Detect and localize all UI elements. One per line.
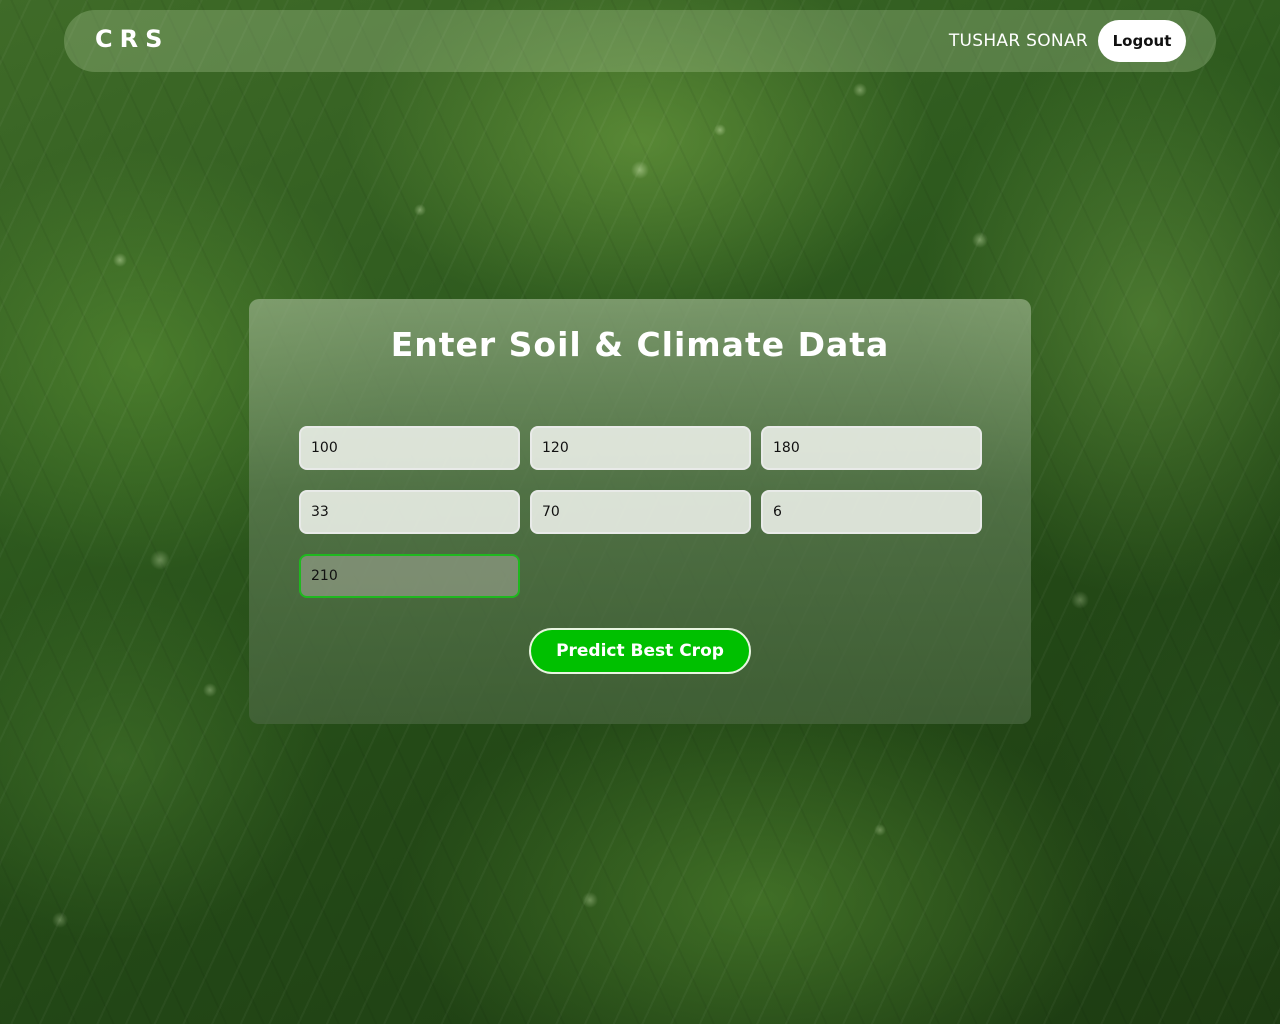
- input-field-7[interactable]: [299, 554, 520, 598]
- top-navbar: CRS TUSHAR SONAR Logout: [64, 10, 1216, 72]
- soil-climate-form: Enter Soil & Climate Data Predict Best C…: [249, 299, 1031, 724]
- user-menu: TUSHAR SONAR Logout: [949, 20, 1186, 62]
- predict-button[interactable]: Predict Best Crop: [529, 628, 751, 674]
- input-field-3[interactable]: [761, 426, 982, 470]
- username-label: TUSHAR SONAR: [948, 31, 1088, 51]
- form-title: Enter Soil & Climate Data: [390, 325, 890, 364]
- input-field-6[interactable]: [761, 490, 982, 534]
- input-field-2[interactable]: [530, 426, 751, 470]
- input-field-4[interactable]: [299, 490, 520, 534]
- logout-button[interactable]: Logout: [1098, 20, 1186, 62]
- brand-logo[interactable]: CRS: [95, 10, 169, 72]
- input-field-1[interactable]: [299, 426, 520, 470]
- input-field-5[interactable]: [530, 490, 751, 534]
